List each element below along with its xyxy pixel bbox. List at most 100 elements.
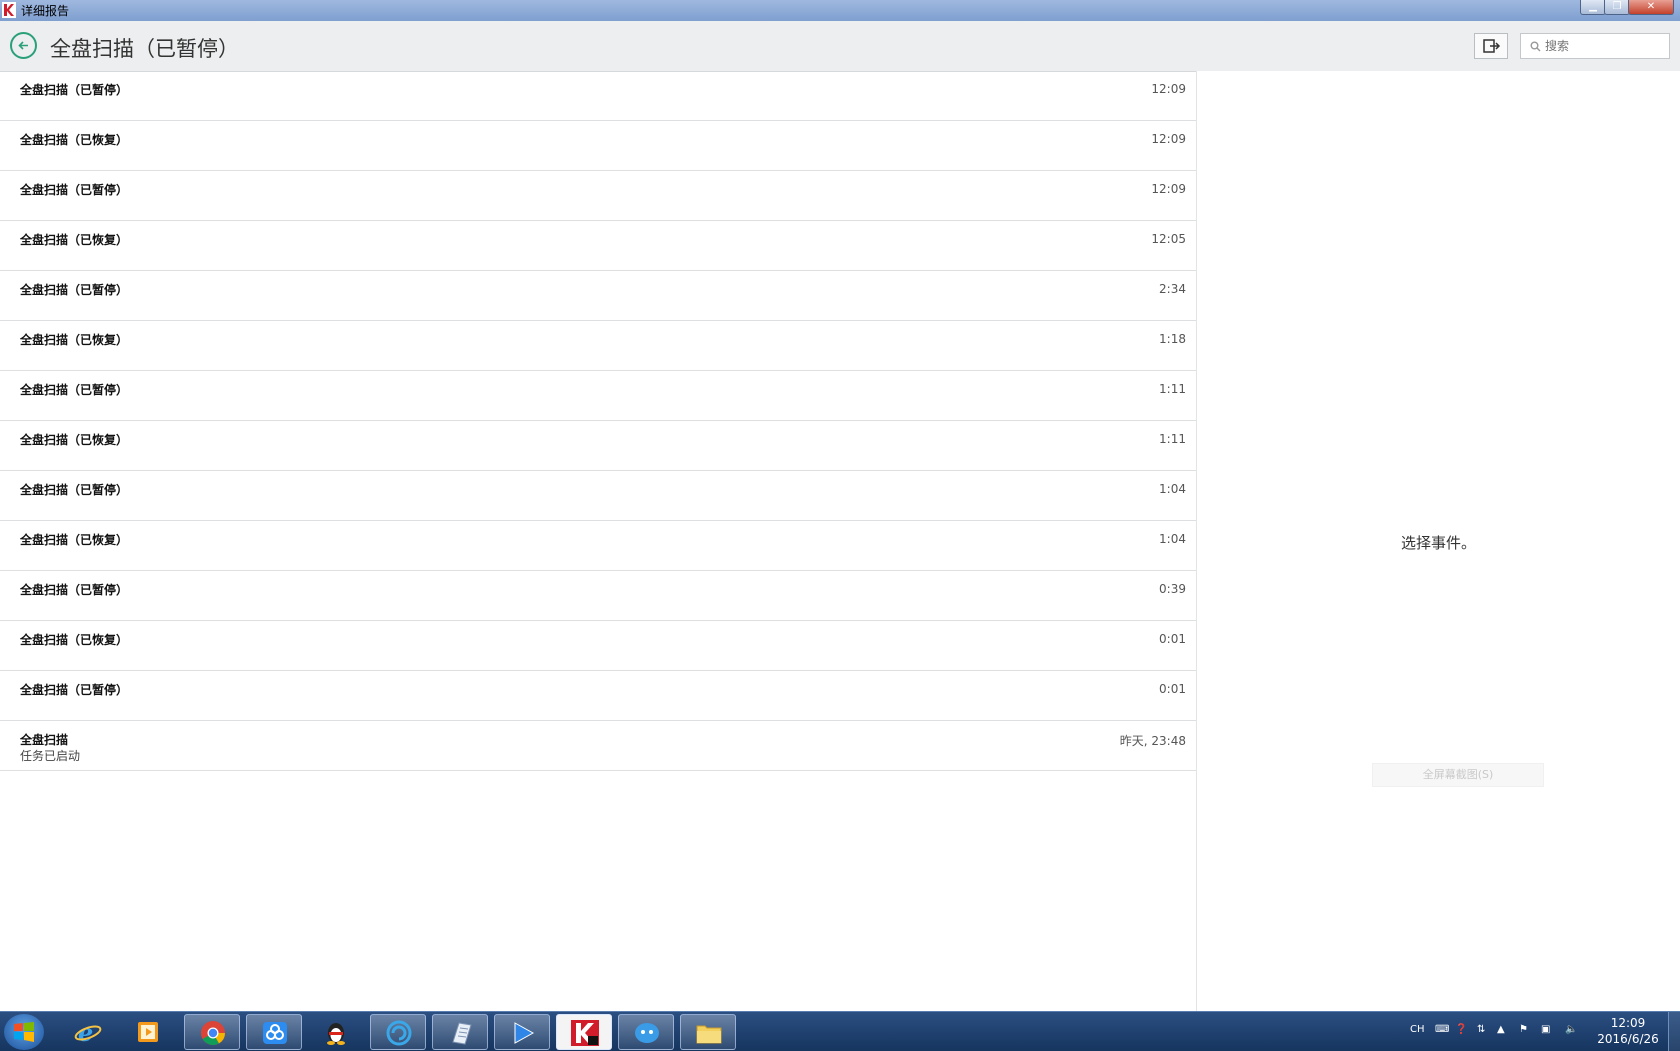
search-box[interactable] bbox=[1520, 33, 1670, 59]
event-time: 0:01 bbox=[1159, 632, 1186, 646]
system-tray: CH ⌨ ❓ ⇅ ▲ ⚑ ▣ 🔈 bbox=[1405, 1012, 1610, 1051]
event-time: 12:09 bbox=[1151, 182, 1186, 196]
kaspersky-icon bbox=[571, 1020, 599, 1046]
taskbar-app-chrome[interactable] bbox=[184, 1014, 240, 1050]
event-title: 全盘扫描（已恢复） bbox=[20, 633, 129, 647]
event-title: 全盘扫描（已恢复） bbox=[20, 333, 129, 347]
event-time: 1:04 bbox=[1159, 482, 1186, 496]
event-row[interactable]: 全盘扫描任务已启动 昨天, 23:48 bbox=[0, 721, 1196, 771]
event-title: 全盘扫描（已暂停） bbox=[20, 383, 129, 397]
report-header: 全盘扫描（已暂停） bbox=[0, 21, 1680, 72]
taskbar-app-chat[interactable] bbox=[618, 1014, 674, 1050]
event-row[interactable]: 全盘扫描（已暂停） 12:09 bbox=[0, 71, 1196, 121]
maximize-button[interactable]: ❐ bbox=[1604, 0, 1630, 15]
back-button[interactable] bbox=[10, 32, 37, 59]
event-row[interactable]: 全盘扫描（已暂停） 1:11 bbox=[0, 371, 1196, 421]
event-time: 0:01 bbox=[1159, 682, 1186, 696]
close-icon: ✕ bbox=[1646, 1, 1656, 12]
start-button[interactable] bbox=[4, 1014, 44, 1050]
event-time: 1:04 bbox=[1159, 532, 1186, 546]
event-time: 12:09 bbox=[1151, 82, 1186, 96]
event-title: 全盘扫描（已暂停） bbox=[20, 283, 129, 297]
folder-icon bbox=[696, 1025, 722, 1044]
help-icon[interactable]: ❓ bbox=[1455, 1024, 1467, 1035]
empty-detail-message: 选择事件。 bbox=[1400, 534, 1476, 552]
event-title: 全盘扫描（已恢复） bbox=[20, 433, 129, 447]
play-icon bbox=[514, 1022, 535, 1044]
taskbar-app-kaspersky[interactable] bbox=[556, 1014, 612, 1050]
clock-time: 12:09 bbox=[1610, 1016, 1646, 1030]
fullscreen-screenshot-button[interactable]: 全屏幕截图(S) bbox=[1372, 763, 1544, 787]
event-row[interactable]: 全盘扫描（已暂停） 0:01 bbox=[0, 671, 1196, 721]
close-window-button[interactable]: ✕ bbox=[1628, 0, 1674, 15]
event-row[interactable]: 全盘扫描（已恢复） 12:09 bbox=[0, 121, 1196, 171]
event-time: 昨天, 23:48 bbox=[1119, 734, 1186, 748]
taskbar-app-video-player[interactable] bbox=[494, 1014, 550, 1050]
taskbar-app-notepad[interactable] bbox=[432, 1014, 488, 1050]
action-center-flag-icon[interactable]: ⚑ bbox=[1519, 1024, 1528, 1035]
event-row[interactable]: 全盘扫描（已暂停） 2:34 bbox=[0, 271, 1196, 321]
event-row[interactable]: 全盘扫描（已恢复） 1:18 bbox=[0, 321, 1196, 371]
taskbar: e CH ⌨ ❓ ⇅ ▲ ⚑ ▣ 🔈 12:09 2016/6/26 bbox=[0, 1011, 1680, 1051]
event-row[interactable]: 全盘扫描（已暂停） 1:04 bbox=[0, 471, 1196, 521]
chrome-icon bbox=[201, 1021, 225, 1046]
cloud-drive-icon bbox=[263, 1022, 287, 1044]
event-time: 12:05 bbox=[1151, 232, 1186, 246]
event-time: 0:39 bbox=[1159, 582, 1186, 596]
input-language-indicator[interactable]: CH bbox=[1410, 1024, 1425, 1035]
back-arrow-icon bbox=[18, 41, 28, 50]
event-time: 2:34 bbox=[1159, 282, 1186, 296]
event-row[interactable]: 全盘扫描（已暂停） 0:39 bbox=[0, 571, 1196, 621]
chat-bubble-icon bbox=[635, 1023, 659, 1043]
event-time: 1:11 bbox=[1159, 382, 1186, 396]
taskbar-app-media-player[interactable] bbox=[120, 1014, 176, 1050]
event-title: 全盘扫描 bbox=[20, 733, 69, 747]
windows-logo-icon bbox=[14, 1022, 34, 1042]
event-title: 全盘扫描（已恢复） bbox=[20, 133, 129, 147]
taskbar-app-file-explorer[interactable] bbox=[680, 1014, 736, 1050]
event-title: 全盘扫描（已恢复） bbox=[20, 533, 129, 547]
event-title: 全盘扫描（已暂停） bbox=[20, 183, 129, 197]
ime-icon[interactable]: ⇅ bbox=[1477, 1024, 1485, 1035]
event-title: 全盘扫描（已暂停） bbox=[20, 683, 129, 697]
kaspersky-app-icon bbox=[2, 2, 16, 18]
event-row[interactable]: 全盘扫描（已暂停） 12:09 bbox=[0, 171, 1196, 221]
event-row[interactable]: 全盘扫描（已恢复） 12:05 bbox=[0, 221, 1196, 271]
event-time: 12:09 bbox=[1151, 132, 1186, 146]
event-row[interactable]: 全盘扫描（已恢复） 0:01 bbox=[0, 621, 1196, 671]
network-icon[interactable]: ▣ bbox=[1541, 1024, 1550, 1035]
export-icon bbox=[1483, 39, 1501, 53]
event-detail-pane: 选择事件。 全屏幕截图(S) bbox=[1197, 71, 1680, 1011]
media-player-icon bbox=[138, 1022, 158, 1042]
event-time: 1:11 bbox=[1159, 432, 1186, 446]
system-clock[interactable]: 12:09 2016/6/26 bbox=[1590, 1015, 1666, 1047]
event-subtitle: 任务已启动 bbox=[20, 749, 81, 763]
taskbar-app-360-browser[interactable] bbox=[370, 1014, 426, 1050]
event-row[interactable]: 全盘扫描（已恢复） 1:04 bbox=[0, 521, 1196, 571]
show-hidden-icons-icon[interactable]: ▲ bbox=[1497, 1024, 1505, 1035]
search-input[interactable] bbox=[1545, 37, 1663, 55]
minimize-button[interactable]: ▁ bbox=[1580, 0, 1606, 15]
event-time: 1:18 bbox=[1159, 332, 1186, 346]
show-desktop-button[interactable] bbox=[1668, 1012, 1680, 1051]
event-list: 全盘扫描（已暂停） 12:09 全盘扫描（已恢复） 12:09 全盘扫描（已暂停） 12:… bbox=[0, 71, 1197, 1011]
event-row[interactable]: 全盘扫描（已恢复） 1:11 bbox=[0, 421, 1196, 471]
penguin-icon bbox=[327, 1023, 345, 1045]
taskbar-app-internet-explorer[interactable]: e bbox=[60, 1014, 116, 1050]
page-title: 全盘扫描（已暂停） bbox=[50, 37, 239, 61]
volume-icon[interactable]: 🔈 bbox=[1565, 1024, 1577, 1035]
event-title: 全盘扫描（已暂停） bbox=[20, 583, 129, 597]
window-title-bar: 详细报告 ▁ ❐ ✕ bbox=[0, 0, 1680, 22]
clock-date: 2016/6/26 bbox=[1597, 1032, 1659, 1046]
event-title: 全盘扫描（已恢复） bbox=[20, 233, 129, 247]
export-button[interactable] bbox=[1474, 33, 1508, 59]
window-title: 详细报告 bbox=[21, 4, 70, 18]
restore-icon: ❐ bbox=[1612, 1, 1622, 12]
taskbar-app-qq[interactable] bbox=[308, 1014, 364, 1050]
event-title: 全盘扫描（已暂停） bbox=[20, 83, 129, 97]
internet-explorer-icon: e bbox=[74, 1019, 102, 1045]
browser-360-icon bbox=[386, 1020, 412, 1046]
minimize-icon: ▁ bbox=[1589, 1, 1597, 12]
taskbar-app-baidu-netdisk[interactable] bbox=[246, 1014, 302, 1050]
keyboard-icon[interactable]: ⌨ bbox=[1435, 1024, 1449, 1035]
